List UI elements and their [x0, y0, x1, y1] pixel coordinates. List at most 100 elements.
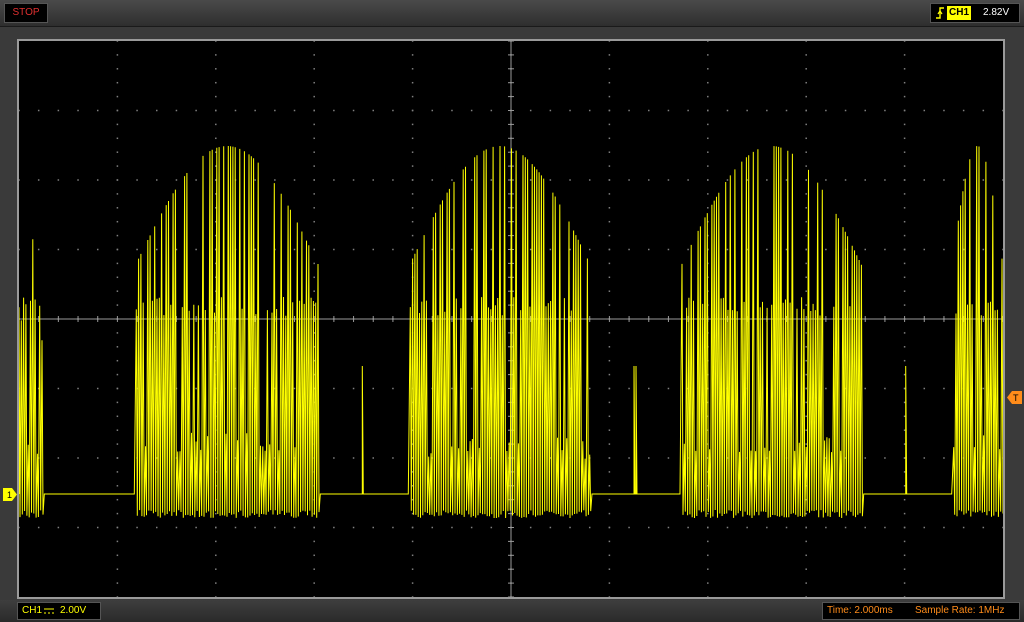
grid-dot [116, 457, 119, 459]
grid-dot [77, 179, 79, 181]
waveform-canvas [19, 41, 1003, 597]
grid-dot [687, 248, 689, 251]
grid-dot [608, 41, 611, 42]
grid-dot [608, 68, 611, 70]
grid-dot [195, 526, 197, 529]
grid-dot [411, 248, 414, 251]
grid-dot [116, 568, 119, 570]
grid-dot [313, 540, 315, 543]
grid-dot [628, 179, 630, 181]
grid-dot [372, 457, 374, 459]
grid-dot [648, 457, 650, 459]
grid-dot [707, 68, 709, 70]
grid-dot [1002, 526, 1003, 529]
grid-dot [490, 109, 493, 112]
grid-dot [667, 248, 670, 251]
grid-dot [470, 248, 473, 251]
grid-dot [215, 582, 217, 584]
grid-dot [313, 234, 315, 237]
grid-dot [805, 220, 807, 223]
grid-dot [628, 457, 630, 459]
ch1-marker-label: 1 [7, 490, 12, 500]
grid-dot [707, 151, 709, 153]
grid-dot [943, 179, 945, 181]
trigger-level-marker[interactable]: T [1007, 391, 1022, 404]
grid-dot [96, 248, 99, 251]
grid-dot [903, 179, 906, 181]
grid-dot [805, 54, 807, 56]
grid-dot [785, 179, 788, 181]
grid-dot [707, 95, 709, 98]
grid-dot [785, 526, 788, 529]
grid-dot [608, 568, 611, 570]
grid-dot [923, 457, 926, 459]
grid-dot [549, 179, 552, 181]
grid-dot [962, 526, 965, 529]
grid-dot [411, 81, 414, 84]
grid-dot [313, 41, 315, 42]
grid-dot [372, 109, 374, 112]
grid-dot [333, 526, 335, 529]
grid-dot [608, 165, 611, 167]
grid-dot [57, 457, 60, 459]
timebase-readout[interactable]: Time: 2.000ms Sample Rate: 1MHz [822, 602, 1020, 620]
grid-dot [903, 151, 906, 153]
ch1-scale-readout[interactable]: CH1 2.00V [17, 602, 101, 620]
grid-dot [608, 485, 611, 487]
grid-dot [707, 123, 709, 126]
grid-dot [608, 540, 611, 543]
grid-dot [470, 109, 473, 112]
grid-dot [982, 109, 985, 112]
grid-dot [411, 207, 414, 209]
grid-dot [785, 109, 788, 112]
grid-dot [313, 582, 315, 584]
run-status-indicator[interactable]: STOP [4, 3, 48, 23]
grid-dot [19, 526, 20, 529]
grid-dot [608, 123, 611, 126]
grid-dot [411, 109, 414, 112]
grid-dot [411, 540, 414, 543]
grid-dot [372, 387, 374, 390]
grid-dot [431, 179, 434, 181]
waveform-display[interactable] [17, 39, 1005, 599]
grid-dot [608, 401, 611, 404]
grid-dot [116, 346, 119, 348]
grid-dot [156, 526, 158, 529]
grid-dot [96, 109, 99, 112]
grid-dot [156, 179, 158, 181]
grid-dot [116, 137, 119, 140]
grid-dot [903, 540, 906, 543]
ch1-level-marker[interactable]: 1 [3, 488, 17, 501]
trigger-settings[interactable]: CH1 2.82V [930, 3, 1020, 23]
grid-dot [707, 193, 709, 195]
grid-dot [982, 387, 985, 390]
grid-dot [903, 276, 906, 279]
grid-dot [116, 582, 119, 584]
grid-dot [37, 526, 40, 529]
grid-dot [903, 596, 906, 597]
grid-dot [215, 540, 217, 543]
grid-dot [116, 248, 119, 251]
grid-dot [608, 193, 611, 195]
grid-dot [569, 526, 571, 529]
grid-dot [116, 95, 119, 98]
grid-dot [411, 582, 414, 584]
grid-dot [608, 554, 611, 557]
grid-dot [903, 359, 906, 362]
grid-dot [274, 526, 276, 529]
grid-dot [116, 596, 119, 597]
grid-dot [648, 248, 650, 251]
grid-dot [805, 68, 807, 70]
grid-dot [884, 109, 886, 112]
grid-dot [903, 443, 906, 445]
grid-dot [608, 498, 611, 501]
grid-dot [254, 526, 256, 529]
grid-dot [805, 179, 807, 181]
grid-dot [451, 248, 453, 251]
grid-dot [431, 526, 434, 529]
grid-dot [372, 526, 374, 529]
grid-dot [116, 526, 119, 529]
grid-dot [215, 95, 217, 98]
top-status-bar: STOP CH1 2.82V [0, 0, 1024, 27]
grid-dot [805, 540, 807, 543]
